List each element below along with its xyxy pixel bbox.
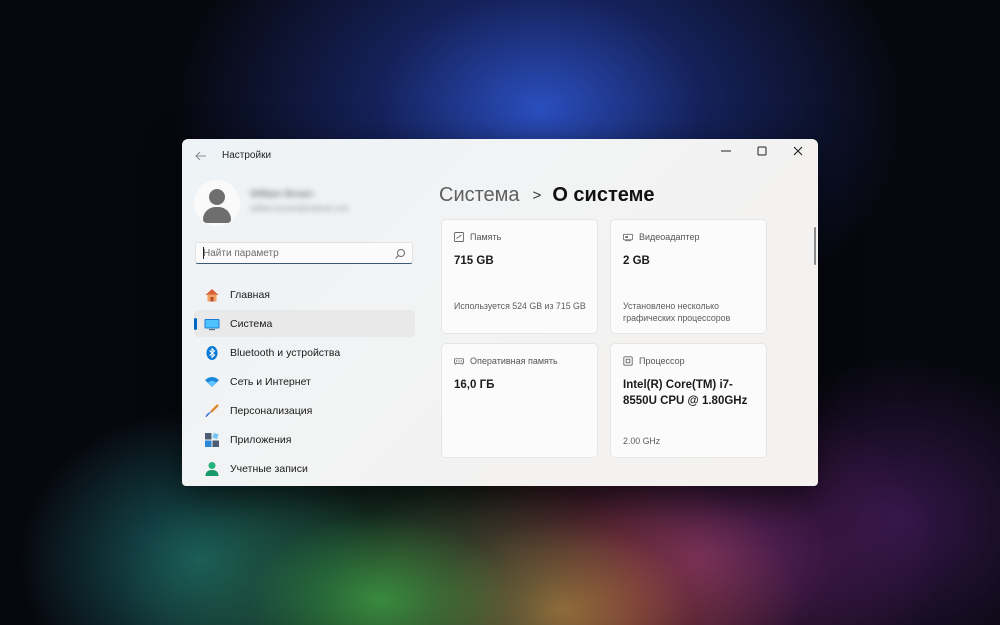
- settings-window: Настройки William Brown william.brown@ou…: [182, 139, 818, 486]
- bluetooth-icon: [203, 344, 221, 362]
- cpu-card-header: Процессор: [623, 356, 685, 366]
- breadcrumb: Система > О системе: [439, 181, 655, 209]
- cpu-card[interactable]: Процессор Intel(R) Core(TM) i7-8550U CPU…: [610, 343, 767, 458]
- cpu-icon: [623, 356, 633, 366]
- gpu-card-header: Видеоадаптер: [623, 232, 699, 242]
- brush-icon: [203, 402, 221, 420]
- storage-card-desc: Используется 524 GB из 715 GB: [454, 301, 586, 311]
- wifi-icon: [203, 373, 221, 391]
- sidebar-item-apps[interactable]: Приложения: [194, 426, 415, 453]
- minimize-button[interactable]: [708, 139, 744, 163]
- avatar-head: [209, 189, 225, 205]
- sidebar-item-home[interactable]: Главная: [194, 281, 415, 308]
- user-account[interactable]: William Brown william.brown@outlook.com: [194, 180, 414, 226]
- title-bar: Настройки: [182, 139, 818, 173]
- user-name: William Brown: [250, 189, 314, 200]
- ram-card-title: Оперативная память: [470, 356, 558, 366]
- breadcrumb-separator: >: [532, 186, 542, 204]
- active-indicator: [194, 318, 197, 330]
- sidebar-item-label: Учетные записи: [230, 462, 308, 475]
- sidebar-item-system[interactable]: Система: [194, 310, 415, 337]
- sidebar-item-label: Персонализация: [230, 404, 313, 417]
- sidebar-item-accounts[interactable]: Учетные записи: [194, 455, 415, 482]
- search-input[interactable]: [203, 243, 383, 263]
- back-button[interactable]: [190, 147, 212, 165]
- back-arrow-icon: [195, 151, 206, 161]
- page-title: О системе: [552, 183, 655, 206]
- storage-card-header: Память: [454, 232, 501, 242]
- avatar-body: [203, 207, 231, 223]
- ram-icon: [454, 356, 464, 366]
- user-email: william.brown@outlook.com: [250, 204, 350, 213]
- close-button[interactable]: [780, 139, 816, 163]
- close-icon: [793, 146, 803, 156]
- storage-card[interactable]: Память 715 GB Используется 524 GB из 715…: [441, 219, 598, 334]
- gpu-card[interactable]: Видеоадаптер 2 GB Установлено несколько …: [610, 219, 767, 334]
- gpu-card-value: 2 GB: [623, 255, 650, 267]
- sidebar-item-label: Главная: [230, 288, 270, 301]
- sidebar-nav: Главная Система Bluetooth и устройства С…: [194, 281, 415, 484]
- sidebar-item-network[interactable]: Сеть и Интернет: [194, 368, 415, 395]
- storage-card-value: 715 GB: [454, 255, 494, 267]
- scrollbar[interactable]: [814, 227, 816, 265]
- sidebar-item-label: Bluetooth и устройства: [230, 346, 341, 359]
- cpu-card-title: Процессор: [639, 356, 685, 366]
- gpu-card-desc: Установлено несколько графических процес…: [623, 301, 731, 323]
- gpu-icon: [623, 232, 633, 242]
- ram-card-header: Оперативная память: [454, 356, 558, 366]
- breadcrumb-parent[interactable]: Система: [439, 184, 520, 207]
- maximize-button[interactable]: [744, 139, 780, 163]
- minimize-icon: [721, 150, 731, 152]
- search-box[interactable]: [195, 242, 413, 264]
- avatar[interactable]: [194, 180, 240, 226]
- gpu-card-title: Видеоадаптер: [639, 232, 700, 242]
- sidebar-item-bluetooth[interactable]: Bluetooth и устройства: [194, 339, 415, 366]
- sidebar-item-label: Система: [230, 317, 273, 330]
- ram-card-value: 16,0 ГБ: [454, 379, 495, 391]
- monitor-icon: [203, 315, 221, 333]
- cpu-card-value: Intel(R) Core(TM) i7-8550U CPU @ 1.80GHz: [623, 379, 748, 407]
- cpu-card-desc: 2.00 GHz: [623, 436, 661, 446]
- app-title: Настройки: [222, 150, 272, 161]
- apps-icon: [203, 431, 221, 449]
- home-icon: [203, 286, 221, 304]
- text-cursor: [203, 247, 204, 259]
- maximize-icon: [757, 146, 767, 156]
- sidebar-item-label: Сеть и Интернет: [230, 375, 311, 388]
- sidebar-item-label: Приложения: [230, 433, 292, 446]
- account-icon: [203, 460, 221, 478]
- search-icon[interactable]: [394, 248, 406, 260]
- storage-card-title: Память: [470, 232, 502, 242]
- storage-icon: [454, 232, 464, 242]
- ram-card[interactable]: Оперативная память 16,0 ГБ: [441, 343, 598, 458]
- sidebar-item-personalization[interactable]: Персонализация: [194, 397, 415, 424]
